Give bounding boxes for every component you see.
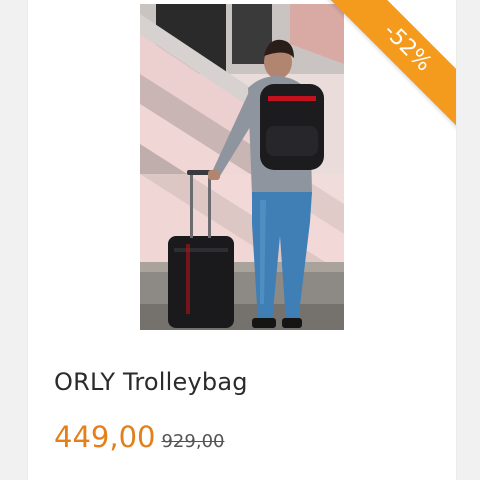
product-photo xyxy=(140,4,344,330)
price-row: 449,00 929,00 xyxy=(54,420,224,454)
discount-badge-label: -52% xyxy=(322,0,456,133)
product-title[interactable]: ORLY Trolleybag xyxy=(54,368,248,396)
current-price: 449,00 xyxy=(54,420,156,454)
discount-badge: -52% xyxy=(317,0,456,140)
original-price: 929,00 xyxy=(161,431,225,452)
product-image[interactable] xyxy=(140,4,344,330)
product-card[interactable]: -52% ORLY Trolleybag 449,00 929,00 xyxy=(28,0,456,480)
